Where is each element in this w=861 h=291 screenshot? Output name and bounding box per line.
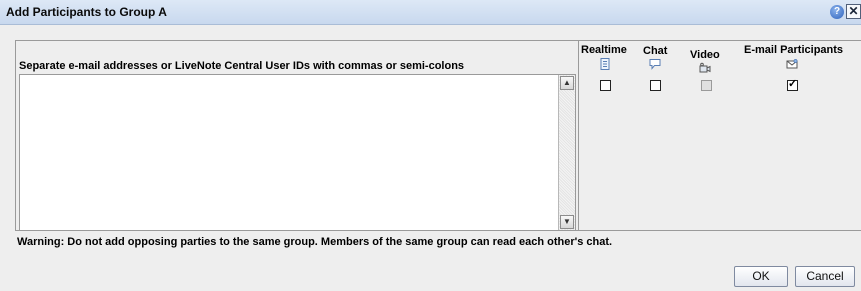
textarea-scrollbar[interactable]: ▲ ▼ [558, 75, 575, 230]
checkmark-icon: ✓ [788, 78, 798, 90]
participants-textarea-container: ▲ ▼ [19, 74, 576, 231]
chat-checkbox[interactable] [650, 80, 661, 91]
video-header: Video [690, 49, 720, 61]
instruction-label: Separate e-mail addresses or LiveNote Ce… [19, 60, 465, 72]
warning-message: Warning: Do not add opposing parties to … [17, 236, 613, 248]
scroll-up-button[interactable]: ▲ [560, 76, 574, 90]
dialog-title: Add Participants to Group A [6, 5, 167, 19]
email-icon [786, 59, 798, 69]
realtime-header: Realtime [581, 44, 627, 56]
email-participants-header: E-mail Participants [744, 44, 844, 56]
help-icon[interactable]: ? [830, 5, 844, 19]
close-icon[interactable]: ✕ [846, 4, 861, 19]
speech-bubble-icon [649, 59, 661, 70]
video-camera-icon [699, 62, 711, 73]
add-participants-dialog: Add Participants to Group A ? ✕ Separate… [0, 0, 861, 291]
realtime-checkbox[interactable] [600, 80, 611, 91]
chat-header: Chat [643, 45, 668, 57]
title-bar: Add Participants to Group A ? ✕ [0, 0, 861, 25]
email-participants-checkbox[interactable]: ✓ [787, 78, 798, 91]
participants-textarea[interactable] [20, 75, 558, 230]
document-icon [600, 58, 610, 70]
ok-button[interactable]: OK [734, 266, 788, 287]
cancel-button[interactable]: Cancel [795, 266, 855, 287]
column-divider [578, 41, 579, 230]
video-checkbox[interactable] [701, 80, 712, 91]
scroll-down-button[interactable]: ▼ [560, 215, 574, 229]
participants-panel: Separate e-mail addresses or LiveNote Ce… [15, 40, 861, 231]
